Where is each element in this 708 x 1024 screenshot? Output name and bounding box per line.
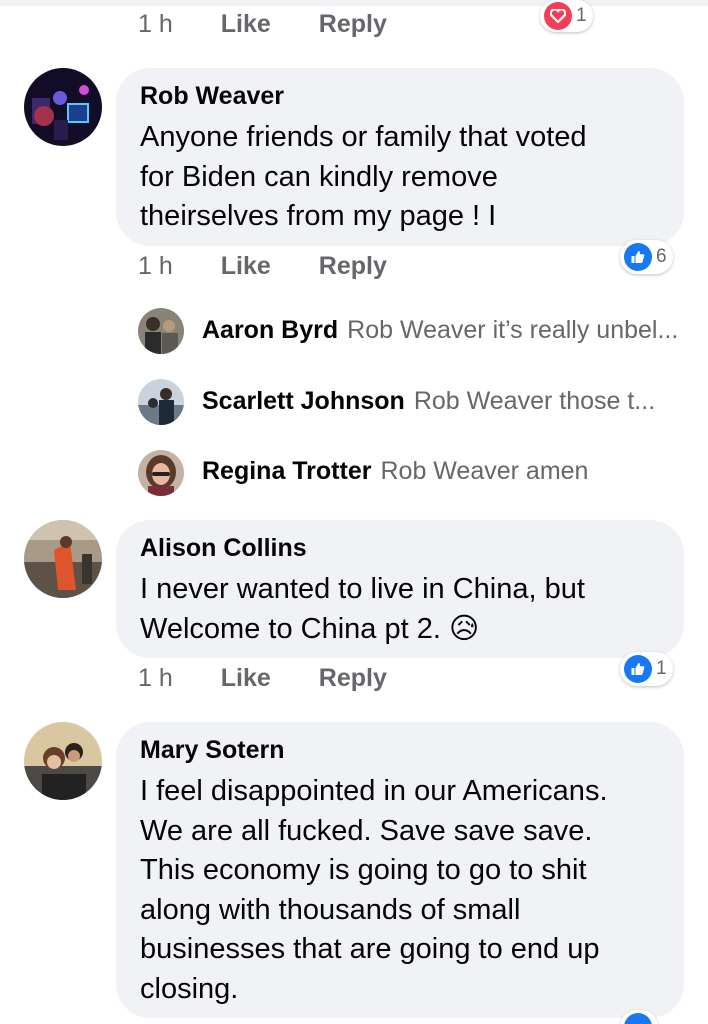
reply-link[interactable]: Reply (319, 252, 387, 281)
comment-timestamp: 1 h (138, 10, 173, 38)
avatar[interactable] (24, 68, 102, 146)
comment-actions: 1 h Like Reply (138, 252, 435, 281)
comment-timestamp: 1 h (138, 664, 173, 692)
comment-actions: 1 h Like Reply (138, 664, 435, 693)
reply-author[interactable]: Aaron Byrd (202, 316, 338, 345)
reply-link[interactable]: Reply (319, 10, 387, 39)
reaction-summary[interactable]: 1 (620, 652, 673, 686)
like-icon (624, 655, 652, 683)
reaction-summary[interactable]: 1 (540, 0, 593, 32)
comment-text: Anyone friends or family that voted for … (140, 121, 587, 232)
like-link[interactable]: Like (221, 252, 271, 281)
avatar[interactable] (138, 308, 184, 354)
reply-author[interactable]: Regina Trotter (202, 457, 371, 486)
comment-author[interactable]: Alison Collins (140, 534, 307, 563)
reply-link[interactable]: Reply (319, 664, 387, 693)
comment-bubble: Rob Weaver Anyone friends or family that… (116, 68, 684, 246)
comment-bubble: Alison Collins I never wanted to live in… (116, 520, 684, 658)
comment-author[interactable]: Mary Sotern (140, 736, 284, 765)
reply-preview: Rob Weaver it’s really unbel... (347, 316, 679, 344)
comment-author[interactable]: Rob Weaver (140, 82, 284, 111)
top-divider (0, 0, 708, 6)
avatar[interactable] (24, 722, 102, 800)
reply-item[interactable]: Regina Trotter Rob Weaver amen (202, 457, 588, 486)
reply-preview: Rob Weaver those t... (413, 387, 656, 415)
avatar[interactable] (24, 520, 102, 598)
reply-item[interactable]: Aaron Byrd Rob Weaver it’s really unbel.… (202, 316, 678, 345)
like-icon (624, 1013, 652, 1024)
avatar[interactable] (138, 379, 184, 425)
like-icon (624, 243, 652, 271)
avatar[interactable] (138, 450, 184, 496)
comment-bubble: Mary Sotern I feel disappointed in our A… (116, 722, 684, 1018)
love-icon (544, 2, 572, 30)
previous-comment-actions: 1 h Like Reply (138, 10, 435, 39)
reaction-count: 6 (656, 246, 667, 267)
comment-text: I never wanted to live in China, but Wel… (140, 570, 585, 649)
reply-author[interactable]: Scarlett Johnson (202, 387, 405, 416)
reply-preview: Rob Weaver amen (380, 457, 589, 485)
comment-timestamp: 1 h (138, 252, 173, 280)
like-link[interactable]: Like (221, 664, 271, 693)
reaction-count: 1 (576, 5, 587, 26)
reaction-summary[interactable]: 6 (620, 240, 673, 274)
sad-emoji: 😥 (448, 612, 480, 645)
comment-text-body: I never wanted to live in China, but Wel… (140, 573, 585, 645)
reaction-count: 1 (656, 658, 667, 679)
reply-item[interactable]: Scarlett Johnson Rob Weaver those t... (202, 387, 655, 416)
comment-text: I feel disappointed in our Americans. We… (140, 775, 608, 1005)
like-link[interactable]: Like (221, 10, 271, 39)
